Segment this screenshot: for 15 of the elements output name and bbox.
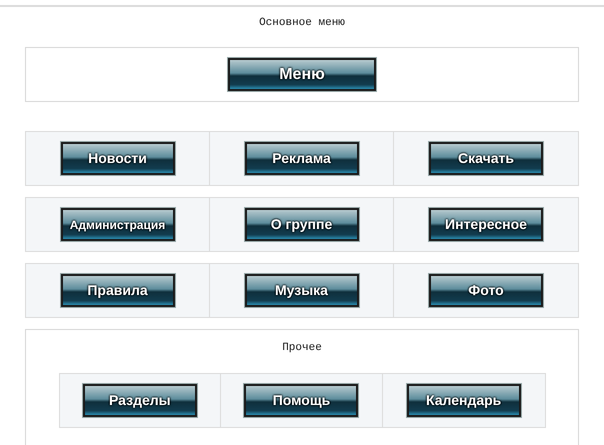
section-title: Прочее [282,341,322,356]
menu-button[interactable]: Новости [60,142,174,175]
menu-button[interactable]: Реклама [244,142,358,175]
menu-button[interactable]: Интересное [429,208,543,241]
menu-button[interactable]: Администрация [60,208,174,241]
menu-button[interactable]: Календарь [406,384,521,416]
menu-button[interactable]: О группе [244,208,358,241]
menu-button[interactable]: Помощь [244,384,358,416]
menu-button[interactable]: Правила [60,274,174,307]
section-title: Основное меню [259,16,345,31]
menu-button[interactable]: Разделы [82,384,197,416]
menu-button[interactable]: Скачать [429,142,543,175]
menu-button[interactable]: Фото [429,274,543,307]
menu-button[interactable]: Музыка [244,274,358,307]
menu-button[interactable]: Меню [228,58,376,91]
